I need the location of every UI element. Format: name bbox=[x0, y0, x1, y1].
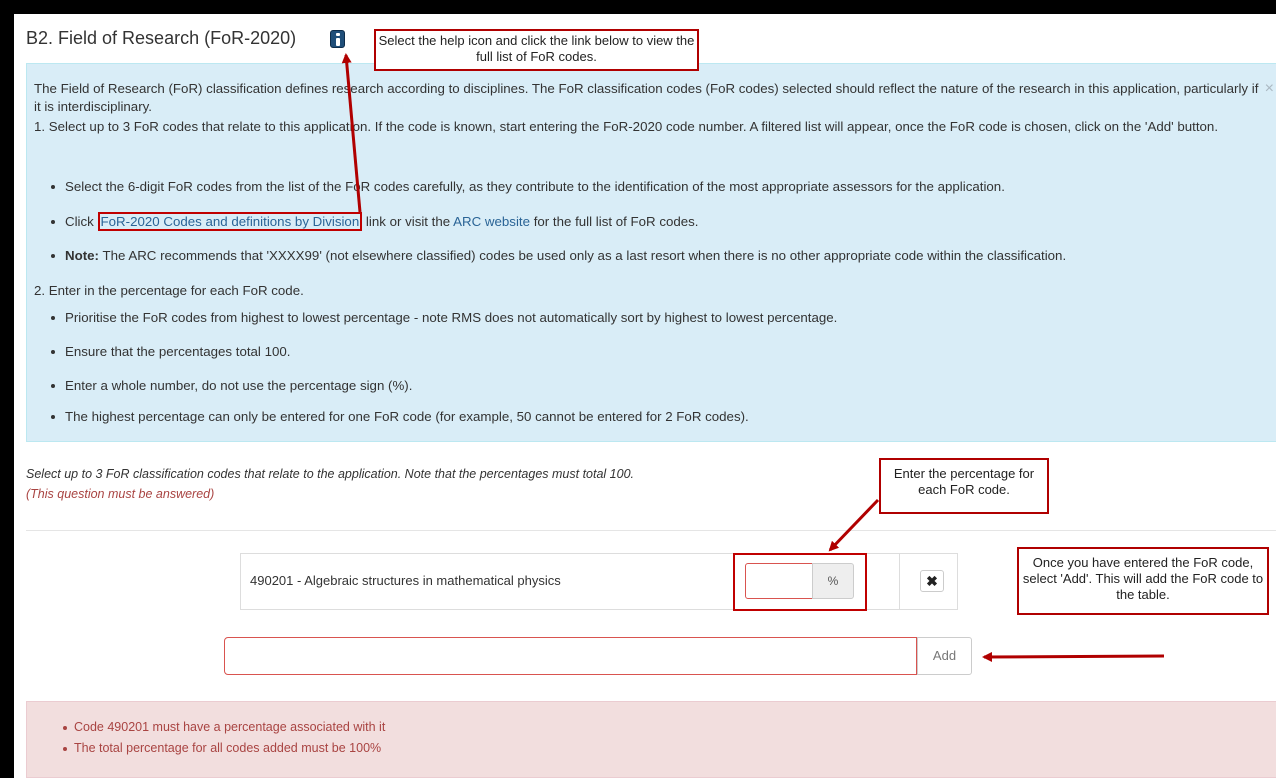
help-arrow bbox=[341, 53, 362, 213]
add-arrow bbox=[982, 651, 1165, 662]
annotation-arrows bbox=[341, 53, 1165, 662]
percentage-arrow bbox=[828, 498, 880, 552]
